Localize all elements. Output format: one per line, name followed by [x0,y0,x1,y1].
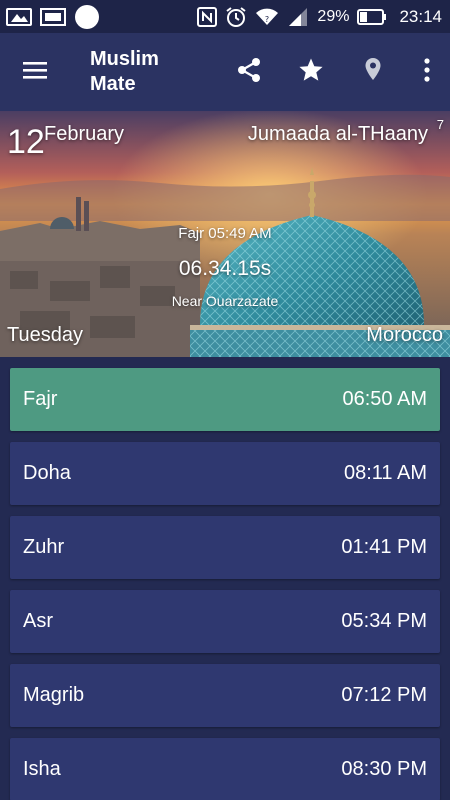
prayer-time: 05:34 PM [341,610,427,632]
status-bar: ? 29% 23:14 [0,0,450,33]
status-right: ? 29% 23:14 [197,6,442,28]
prayer-row-fajr[interactable]: Fajr 06:50 AM [10,368,440,431]
weekday: Tuesday [7,324,83,346]
gregorian-month: February [44,123,125,145]
wifi-icon: ? [255,7,279,27]
prayer-name: Doha [23,462,71,484]
nfc-icon [197,6,218,27]
app-actions [218,33,450,111]
location-pin-icon [364,57,382,88]
share-icon [236,57,262,88]
menu-button[interactable] [0,33,70,111]
star-icon [298,57,324,88]
country: Morocco [366,324,443,346]
nearby-location: Near Ouarzazate [171,293,279,309]
next-prayer: Fajr 05:49 AM [178,225,272,242]
menu-icon [22,60,48,85]
gallery-icon [40,7,66,26]
prayer-row-isha[interactable]: Isha 08:30 PM [10,738,440,800]
prayer-time: 06:50 AM [342,388,427,410]
prayer-name: Zuhr [23,536,65,558]
battery-percent: 29% [317,7,350,25]
signal-icon [287,7,309,27]
prayer-name: Fajr [23,388,58,410]
prayer-time: 08:30 PM [341,758,427,780]
image-icon [6,7,32,26]
prayer-row-magrib[interactable]: Magrib 07:12 PM [10,664,440,727]
prayer-name: Isha [23,758,61,780]
alarm-icon [225,6,247,28]
hero-banner: 12 February Jumaada al-THaany 7 Fajr 05:… [0,111,450,357]
location-button[interactable] [342,33,404,111]
prayer-row-zuhr[interactable]: Zuhr 01:41 PM [10,516,440,579]
prayer-time: 01:41 PM [341,536,427,558]
status-clock: 23:14 [399,6,442,26]
prayer-name: Magrib [23,684,85,706]
app-bar: Muslim Mate [0,33,450,111]
hijri-day: 7 [436,117,444,132]
hijri-month: Jumaada al-THaany [247,123,428,145]
svg-text:?: ? [265,15,269,24]
prayer-time: 08:11 AM [343,462,427,484]
app-title-line2: Mate [90,73,136,95]
prayer-row-doha[interactable]: Doha 08:11 AM [10,442,440,505]
more-vert-icon [423,57,431,87]
app-title-line1: Muslim [90,48,159,70]
countdown-timer: 06.34.15s [178,257,272,280]
battery-icon [357,8,387,25]
favorite-button[interactable] [280,33,342,111]
gregorian-day: 12 [7,123,45,161]
prayer-row-asr[interactable]: Asr 05:34 PM [10,590,440,653]
prayer-time: 07:12 PM [341,684,427,706]
share-button[interactable] [218,33,280,111]
prayer-name: Asr [23,610,53,632]
prayer-times-list: Fajr 06:50 AM Doha 08:11 AM Zuhr 01:41 P… [10,368,440,800]
app-title: Muslim Mate [90,47,200,97]
status-left [6,4,100,30]
more-options-button[interactable] [404,33,450,111]
circle-notification-icon [74,4,100,30]
